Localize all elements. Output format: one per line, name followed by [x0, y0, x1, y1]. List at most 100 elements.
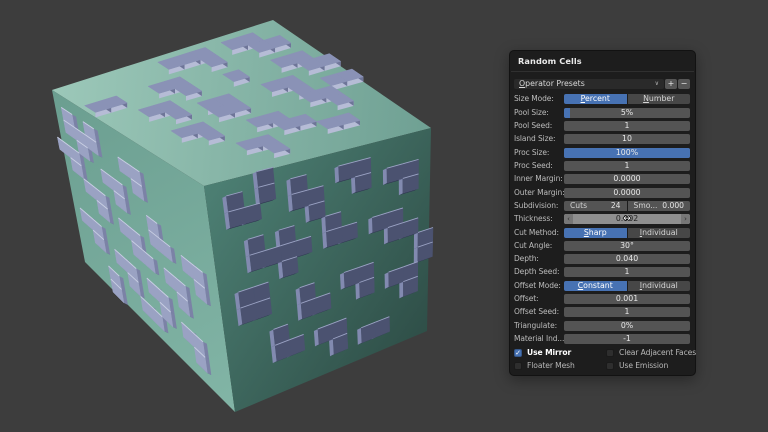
cut_angle-value: 30° [564, 241, 690, 251]
thickness-increase-arrow[interactable]: › [681, 214, 690, 224]
inner_margin-field: 0.0000 [564, 174, 690, 184]
island_size-number-field[interactable]: 10 [564, 134, 690, 144]
proc_size-slider[interactable]: 100% [564, 148, 690, 158]
depth_seed-value: 1 [564, 267, 690, 277]
thickness-drag-field[interactable]: ‹›0.002↔ [564, 214, 690, 224]
cut_method-option-individual[interactable]: Individual [628, 228, 691, 238]
pool_size-slider[interactable]: 5% [564, 108, 690, 118]
field-label-pool_size: Pool Size: [514, 108, 564, 118]
inner_margin-number-field[interactable]: 0.0000 [564, 174, 690, 184]
offset_mode-option-individual[interactable]: Individual [628, 281, 691, 291]
redo-panel: Random Cells Operator Presets ∨ +− Size Mod… [509, 50, 696, 376]
panel-row-size_mode: Size Mode:PercentNumber [514, 94, 690, 104]
depth-number-field[interactable]: 0.040 [564, 254, 690, 264]
preset-remove-button[interactable]: − [678, 79, 690, 89]
proc_seed-value: 1 [564, 161, 690, 171]
field-label-thickness: Thickness: [514, 214, 564, 224]
use_mirror-label: Use Mirror [527, 348, 571, 357]
field-label-material_index: Material Ind... [514, 334, 564, 344]
cell-side [414, 247, 418, 264]
field-label-offset_seed: Offset Seed: [514, 307, 564, 317]
use_mirror-checkbox-box[interactable]: ✓ [514, 349, 522, 357]
field-label-offset_mode: Offset Mode: [514, 281, 564, 291]
size_mode-segment: PercentNumber [564, 94, 690, 104]
cell-side [384, 228, 388, 245]
panel-row-offset_seed: Offset Seed:1 [514, 307, 690, 317]
cut_method-field: SharpIndividual [564, 228, 690, 238]
size_mode-field: PercentNumber [564, 94, 690, 104]
subdivision-sub-cuts[interactable]: Cuts24 [564, 201, 627, 211]
offset_mode-field: ConstantIndividual [564, 281, 690, 291]
cut_method-segment: SharpIndividual [564, 228, 690, 238]
panel-row-offset_mode: Offset Mode:ConstantIndividual [514, 281, 690, 291]
floater_mesh-label: Floater Mesh [527, 361, 575, 370]
field-label-proc_size: Proc Size: [514, 148, 564, 158]
island_size-field: 10 [564, 134, 690, 144]
subdivision-compound: Cuts24Smo...0.000 [564, 201, 690, 211]
material_index-value: -1 [564, 334, 690, 344]
offset_seed-number-field[interactable]: 1 [564, 307, 690, 317]
panel-row-thickness: Thickness:‹›0.002↔ [514, 214, 690, 224]
checkbox-use_mirror[interactable]: ✓ Use Mirror [514, 348, 571, 358]
offset-number-field[interactable]: 0.001 [564, 294, 690, 304]
panel-row-pool_size: Pool Size:5% [514, 108, 690, 118]
size_mode-option-percent[interactable]: Percent [564, 94, 627, 104]
offset-value: 0.001 [564, 294, 690, 304]
operator-presets-label: Operator Presets [519, 79, 585, 89]
panel-row-material_index: Material Ind...-1 [514, 334, 690, 344]
checkbox-use_emission[interactable]: Use Emission [606, 361, 668, 371]
field-label-proc_seed: Proc Seed: [514, 161, 564, 171]
proc_seed-number-field[interactable]: 1 [564, 161, 690, 171]
checkbox-clear_adjacent_faces[interactable]: Clear Adjacent Faces [606, 348, 696, 358]
field-label-depth_seed: Depth Seed: [514, 267, 564, 277]
presets-field: Operator Presets ∨ +− [514, 79, 690, 89]
outer_margin-field: 0.0000 [564, 188, 690, 198]
sub-label: Cuts [570, 201, 587, 211]
cut_method-option-sharp[interactable]: Sharp [564, 228, 627, 238]
field-label-offset: Offset: [514, 294, 564, 304]
operator-presets-dropdown[interactable]: Operator Presets ∨ [514, 79, 664, 89]
panel-row-subdivision: Subdivision:Cuts24Smo...0.000 [514, 201, 690, 211]
cut_angle-field: 30° [564, 241, 690, 251]
clear_adjacent_faces-checkbox-box[interactable] [606, 349, 614, 357]
inner_margin-value: 0.0000 [564, 174, 690, 184]
size_mode-option-number[interactable]: Number [628, 94, 691, 104]
subdivision-field: Cuts24Smo...0.000 [564, 201, 690, 211]
offset_seed-field: 1 [564, 307, 690, 317]
pool_seed-field: 1 [564, 121, 690, 131]
depth_seed-number-field[interactable]: 1 [564, 267, 690, 277]
field-label-inner_margin: Inner Margin: [514, 174, 564, 184]
pool_seed-value: 1 [564, 121, 690, 131]
panel-row-triangulate: Triangulate:0% [514, 321, 690, 331]
cut_angle-number-field[interactable]: 30° [564, 241, 690, 251]
panel-separator [511, 71, 694, 72]
use_emission-label: Use Emission [619, 361, 668, 370]
use_emission-checkbox-box[interactable] [606, 362, 614, 370]
cell-side [385, 272, 389, 289]
thickness-value: 0.002 [564, 214, 690, 224]
preset-add-button[interactable]: + [665, 79, 677, 89]
thickness-decrease-arrow[interactable]: ‹ [564, 214, 573, 224]
blender-window: Random Cells Operator Presets ∨ +− Size Mod… [0, 0, 768, 432]
offset_mode-option-constant[interactable]: Constant [564, 281, 627, 291]
panel-row-depth: Depth:0.040 [514, 254, 690, 264]
cube-object[interactable] [52, 20, 433, 412]
subdivision-sub-smo[interactable]: Smo...0.000 [628, 201, 691, 211]
depth-field: 0.040 [564, 254, 690, 264]
field-label-triangulate: Triangulate: [514, 321, 564, 331]
cell-side [414, 233, 418, 250]
field-label-outer_margin: Outer Margin: [514, 188, 564, 198]
checkbox-floater_mesh[interactable]: Floater Mesh [514, 361, 575, 371]
proc_size-value: 100% [564, 148, 690, 158]
pool_seed-number-field[interactable]: 1 [564, 121, 690, 131]
cell-side [383, 168, 387, 185]
floater_mesh-checkbox-box[interactable] [514, 362, 522, 370]
checkbox-row-0: ✓Use MirrorClear Adjacent Faces [514, 348, 691, 358]
outer_margin-number-field[interactable]: 0.0000 [564, 188, 690, 198]
panel-title: Random Cells [518, 56, 582, 66]
offset_seed-value: 1 [564, 307, 690, 317]
chevron-down-icon: ∨ [655, 79, 659, 89]
triangulate-slider[interactable]: 0% [564, 321, 690, 331]
material_index-number-field[interactable]: -1 [564, 334, 690, 344]
cell-side [399, 179, 403, 196]
